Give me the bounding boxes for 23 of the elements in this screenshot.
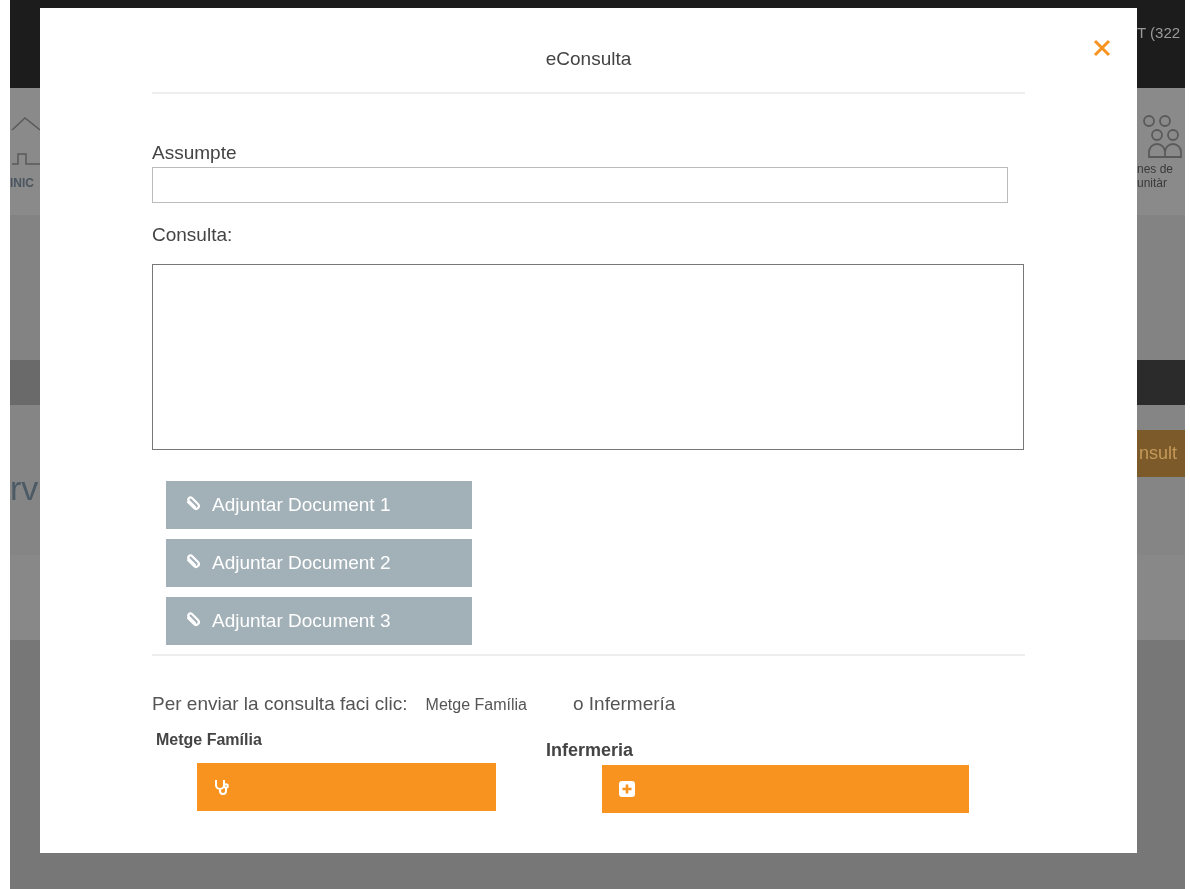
attach-button[interactable]: Adjuntar Document 2: [166, 539, 472, 587]
field-label: Assumpte: [152, 142, 238, 164]
attach-button[interactable]: Adjuntar Document 3: [166, 597, 472, 645]
close-icon[interactable]: [1093, 39, 1111, 57]
attach-button[interactable]: Adjuntar Document 1: [166, 481, 472, 529]
stethoscope-icon: [213, 778, 231, 796]
query-field[interactable]: [152, 264, 1024, 450]
plus-square-icon: [618, 780, 636, 798]
send-button[interactable]: [197, 763, 496, 811]
recipient-label: Metge Família: [156, 731, 263, 749]
page-heading: rv: [10, 468, 39, 508]
send-prompt: Per enviar la consulta faci clic:: [152, 693, 408, 715]
subject-field[interactable]: [152, 167, 1008, 203]
field-label: Consulta:: [152, 224, 234, 246]
send-button[interactable]: [602, 765, 969, 813]
send-option: Metge Família: [425, 696, 527, 714]
nav-label[interactable]: nes de unitàr: [1137, 163, 1174, 190]
header-text: T (322: [1137, 24, 1181, 41]
send-option: o Infermería: [572, 693, 676, 715]
modal-title: eConsulta: [544, 48, 633, 70]
recipient-label: Infermeria: [546, 740, 635, 761]
nav-label[interactable]: INIC: [10, 175, 34, 190]
consult-button[interactable]: nsult: [1137, 430, 1185, 477]
